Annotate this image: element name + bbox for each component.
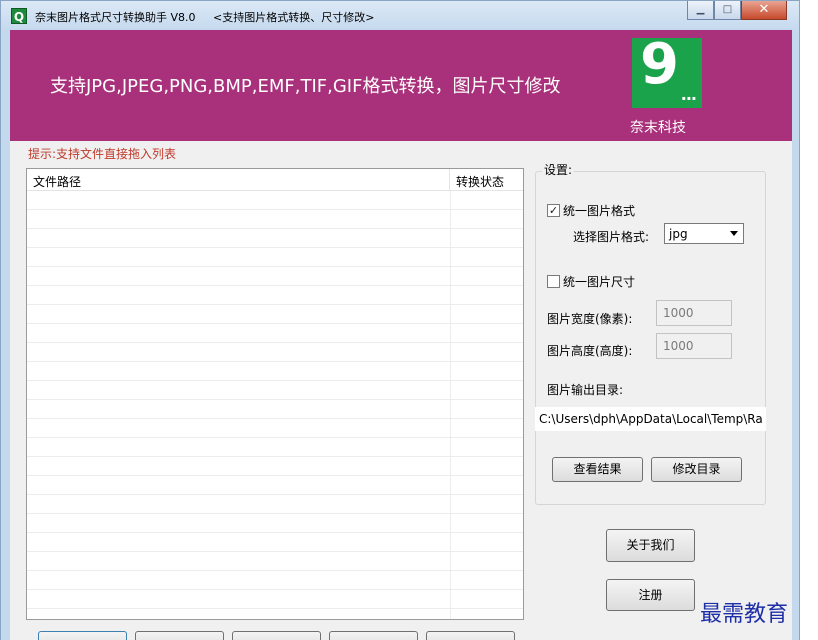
window-frame-left [0,30,10,640]
logo-dots: ... [680,85,697,104]
close-button[interactable]: ✕ [741,1,787,20]
format-select-label: 选择图片格式: [573,230,650,244]
window-frame-right [792,30,800,640]
banner-tagline: 支持JPG,JPEG,PNG,BMP,EMF,TIF,GIF格式转换，图片尺寸修… [50,76,561,97]
logo-digit: 9 [640,32,679,97]
window-subtitle: <支持图片格式转换、尺寸修改> [213,11,375,24]
window-title: 奈末图片格式尺寸转换助手 V8.0 <支持图片格式转换、尺寸修改> [35,9,374,25]
file-list-header: 文件路径 转换状态 [27,169,523,191]
width-label: 图片宽度(像素): [547,312,633,326]
checkbox-unchecked-icon [547,275,560,288]
change-dir-button[interactable]: 修改目录 [651,457,742,482]
chevron-down-icon [730,231,738,236]
bottom-button-2[interactable] [135,631,224,640]
column-separator [450,191,451,619]
watermark-text: 最需教育 [700,602,789,627]
settings-label: 设置: [542,161,575,178]
output-dir-field[interactable]: C:\Users\dph\AppData\Local\Temp\Ra [535,407,766,431]
window-title-text: 奈末图片格式尺寸转换助手 V8.0 [35,11,196,24]
column-header-status[interactable]: 转换状态 [450,169,523,190]
width-input[interactable]: 1000 [656,300,732,326]
column-header-path[interactable]: 文件路径 [27,169,450,190]
drag-hint: 提示:支持文件直接拖入列表 [28,147,177,161]
bottom-button-4[interactable] [329,631,418,640]
company-logo: 9 ... [632,32,702,108]
app-icon: Q [11,8,27,24]
maximize-button[interactable]: □ [714,1,741,20]
company-name: 奈末科技 [630,120,686,136]
about-button[interactable]: 关于我们 [606,529,695,562]
window-controls: ▁ □ ✕ [687,1,787,20]
unify-format-label: 统一图片格式 [563,204,636,218]
height-label: 图片高度(高度): [547,344,633,358]
bottom-button-5[interactable] [426,631,515,640]
unify-size-label: 统一图片尺寸 [563,275,636,289]
unify-format-checkbox[interactable]: ✓ 统一图片格式 [547,202,635,219]
file-list[interactable]: 文件路径 转换状态 [26,168,524,620]
output-dir-label: 图片输出目录: [547,383,624,397]
format-select-value: jpg [669,227,688,241]
header-banner: 支持JPG,JPEG,PNG,BMP,EMF,TIF,GIF格式转换，图片尺寸修… [10,30,792,141]
format-select[interactable]: jpg [664,223,744,244]
bottom-button-3[interactable] [232,631,321,640]
minimize-button[interactable]: ▁ [687,1,714,20]
checkbox-checked-icon: ✓ [547,204,560,217]
register-button[interactable]: 注册 [606,579,695,611]
height-input[interactable]: 1000 [656,333,732,359]
minimize-icon: ▁ [696,4,705,15]
title-bar: Q 奈末图片格式尺寸转换助手 V8.0 <支持图片格式转换、尺寸修改> ▁ □ … [0,0,800,30]
unify-size-checkbox[interactable]: 统一图片尺寸 [547,273,635,290]
view-result-button[interactable]: 查看结果 [552,457,643,482]
maximize-icon: □ [722,4,733,15]
file-list-rows [27,191,523,619]
close-icon: ✕ [758,2,770,17]
main-panel: 提示:支持文件直接拖入列表 文件路径 转换状态 设置: ✓ 统一图片格式 选择图… [10,141,792,640]
bottom-button-1[interactable] [38,631,127,640]
